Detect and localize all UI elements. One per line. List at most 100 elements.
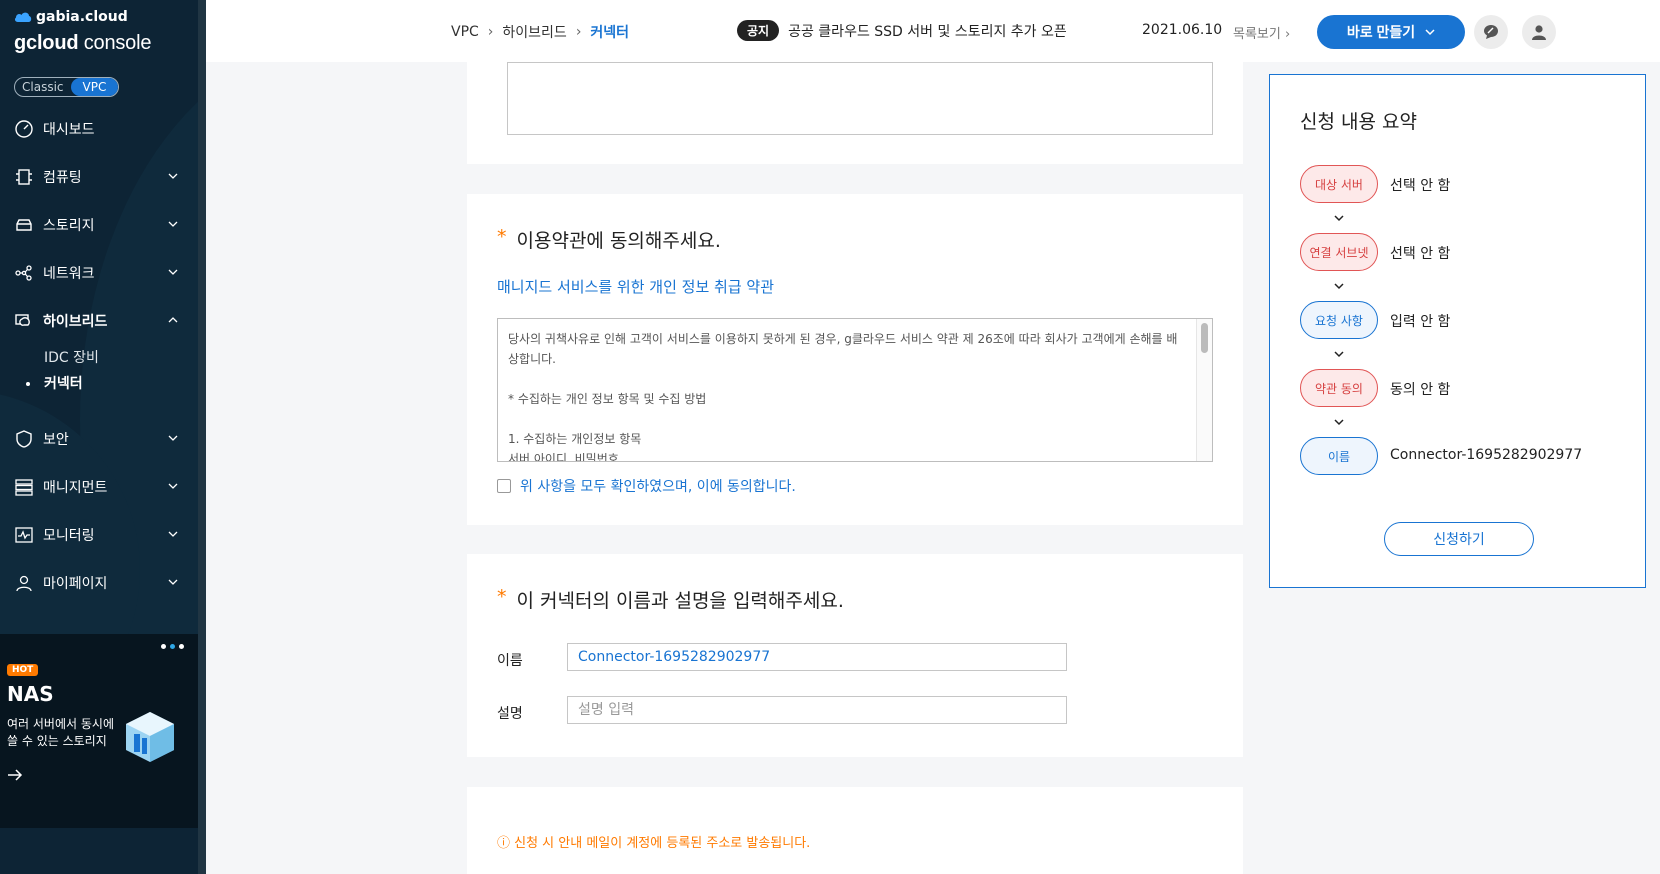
promo-banner[interactable]: HOT NAS 여러 서버에서 동시에 쓸 수 있는 스토리지 xyxy=(0,634,198,828)
brand-top-text: gabia.cloud xyxy=(36,9,128,25)
toggle-vpc[interactable]: VPC xyxy=(70,78,119,96)
chevron-down-icon xyxy=(168,435,178,441)
sidebar-item-mypage[interactable]: 마이페이지 xyxy=(0,559,198,607)
sidebar-item-storage[interactable]: 스토리지 xyxy=(0,201,198,249)
summary-step-subnet: 연결 서브넷 xyxy=(1300,233,1378,271)
terms-scrollbar[interactable] xyxy=(1196,319,1212,461)
chat-button[interactable] xyxy=(1474,15,1508,49)
sidebar: gabia.cloud gcloud console Classic VPC 대… xyxy=(0,0,206,874)
required-mark: * xyxy=(497,226,507,248)
chevron-down-icon xyxy=(1334,351,1344,358)
notice-date: 2021.06.10 xyxy=(1142,22,1223,38)
terms-section: * 이용약관에 동의해주세요. 매니지드 서비스를 위한 개인 정보 취급 약관… xyxy=(467,194,1243,525)
sidebar-item-computing[interactable]: 컴퓨팅 xyxy=(0,153,198,201)
notice-tag: 공지 xyxy=(737,20,780,41)
summary-value-name: Connector-1695282902977 xyxy=(1390,447,1583,463)
chevron-down-icon xyxy=(1334,419,1344,426)
terms-text: 당사의 귀책사유로 인해 고객이 서비스를 이용하지 못하게 된 경우, g클라… xyxy=(508,332,1178,462)
chat-icon xyxy=(1484,25,1498,39)
account-button[interactable] xyxy=(1522,15,1556,49)
required-mark: * xyxy=(497,586,507,608)
hot-badge: HOT xyxy=(7,664,39,676)
top-header: VPC › 하이브리드 › 커넥터 공지 공공 클라우드 SSD 서버 및 스토… xyxy=(206,0,1660,62)
sidebar-item-network[interactable]: 네트워크 xyxy=(0,249,198,297)
terms-title: * 이용약관에 동의해주세요. xyxy=(497,226,721,252)
list-view-link[interactable]: 목록보기 › xyxy=(1233,23,1290,42)
dashboard-icon xyxy=(15,120,33,138)
terms-textbox[interactable]: 당사의 귀책사유로 인해 고객이 서비스를 이용하지 못하게 된 경우, g클라… xyxy=(497,318,1213,462)
sidebar-item-dashboard[interactable]: 대시보드 xyxy=(0,105,198,153)
arrow-right-icon[interactable] xyxy=(7,768,23,782)
computing-icon xyxy=(16,169,32,185)
sidebar-item-management[interactable]: 매니지먼트 xyxy=(0,463,198,511)
chevron-down-icon xyxy=(168,483,178,489)
description-input[interactable]: 설명 입력 xyxy=(567,696,1067,724)
summary-value-request: 입력 안 함 xyxy=(1390,314,1451,330)
mail-notice-section: ⓘ 신청 시 안내 메일이 계정에 등록된 주소로 발송됩니다. xyxy=(467,787,1243,874)
mail-notice: ⓘ 신청 시 안내 메일이 계정에 등록된 주소로 발송됩니다. xyxy=(497,836,811,851)
notice-banner[interactable]: 공지 공공 클라우드 SSD 서버 및 스토리지 추가 오픈 xyxy=(737,20,1067,41)
cloud-logo-icon xyxy=(14,12,32,22)
summary-step-terms: 약관 동의 xyxy=(1300,369,1378,407)
network-mode-toggle[interactable]: Classic VPC xyxy=(14,77,120,97)
toggle-classic[interactable]: Classic xyxy=(15,78,71,96)
description-label: 설명 xyxy=(497,706,523,722)
sidebar-item-security[interactable]: 보안 xyxy=(0,415,198,463)
chevron-down-icon xyxy=(168,579,178,585)
summary-value-terms: 동의 안 함 xyxy=(1390,382,1451,398)
storage-icon xyxy=(16,219,32,231)
promo-title: NAS xyxy=(7,682,54,706)
network-icon xyxy=(15,265,32,281)
brand-logo[interactable]: gcloud console xyxy=(14,32,151,55)
sidebar-item-hybrid[interactable]: 하이브리드 xyxy=(0,297,198,345)
chevron-down-icon xyxy=(168,269,178,275)
summary-value-target-server: 선택 안 함 xyxy=(1390,178,1451,194)
name-label: 이름 xyxy=(497,653,523,669)
user-icon xyxy=(16,575,32,592)
breadcrumb-separator-icon: › xyxy=(575,24,582,40)
name-section-title: * 이 커넥터의 이름과 설명을 입력해주세요. xyxy=(497,586,844,612)
apply-button[interactable]: 신청하기 xyxy=(1384,522,1534,556)
sidebar-item-monitoring[interactable]: 모니터링 xyxy=(0,511,198,559)
notice-text[interactable]: 공공 클라우드 SSD 서버 및 스토리지 추가 오픈 xyxy=(788,21,1067,41)
chevron-up-icon xyxy=(168,317,178,323)
name-input[interactable]: Connector-1695282902977 xyxy=(567,643,1067,671)
chevron-down-icon xyxy=(168,531,178,537)
nas-storage-icon xyxy=(126,712,174,762)
summary-step-name: 이름 xyxy=(1300,437,1378,475)
summary-panel: 신청 내용 요약 대상 서버 선택 안 함 연결 서브넷 선택 안 함 요청 사… xyxy=(1269,74,1646,588)
name-section: * 이 커넥터의 이름과 설명을 입력해주세요. 이름 Connector-16… xyxy=(467,554,1243,757)
request-textarea[interactable] xyxy=(507,62,1213,135)
breadcrumb-connector: 커넥터 xyxy=(590,25,630,41)
breadcrumb: VPC › 하이브리드 › 커넥터 xyxy=(451,22,629,42)
sidebar-subitem-idc[interactable]: IDC 장비 xyxy=(0,345,198,371)
summary-value-subnet: 선택 안 함 xyxy=(1390,246,1451,262)
chevron-down-icon xyxy=(1425,28,1435,35)
breadcrumb-hybrid[interactable]: 하이브리드 xyxy=(502,22,566,42)
breadcrumb-vpc[interactable]: VPC xyxy=(451,24,479,40)
terms-agree[interactable]: 위 사항을 모두 확인하였으며, 이에 동의합니다. xyxy=(497,476,796,496)
chevron-down-icon xyxy=(168,221,178,227)
shield-icon xyxy=(16,430,32,448)
request-section xyxy=(467,62,1243,164)
chevron-down-icon xyxy=(1334,215,1344,222)
user-avatar-icon xyxy=(1532,25,1546,40)
terms-link[interactable]: 매니지드 서비스를 위한 개인 정보 취급 약관 xyxy=(497,276,774,297)
monitoring-icon xyxy=(15,527,33,543)
summary-step-request: 요청 사항 xyxy=(1300,301,1378,339)
brand-logo-top[interactable]: gabia.cloud xyxy=(14,9,128,25)
sidebar-nav: 대시보드 컴퓨팅 스토리지 네트워크 하이브리드 IDC 장비 커넥터 보안 매… xyxy=(0,105,198,607)
chevron-down-icon xyxy=(1334,283,1344,290)
sidebar-subitem-connector[interactable]: 커넥터 xyxy=(0,371,198,397)
carousel-dots[interactable] xyxy=(161,644,184,649)
summary-step-target-server: 대상 서버 xyxy=(1300,165,1378,203)
terms-agree-checkbox[interactable] xyxy=(497,479,511,493)
management-icon xyxy=(15,479,33,496)
quick-create-button[interactable]: 바로 만들기 xyxy=(1317,15,1465,49)
terms-agree-label[interactable]: 위 사항을 모두 확인하였으며, 이에 동의합니다. xyxy=(520,476,796,496)
promo-description: 여러 서버에서 동시에 쓸 수 있는 스토리지 xyxy=(7,717,114,748)
chevron-down-icon xyxy=(168,173,178,179)
breadcrumb-separator-icon: › xyxy=(487,24,494,40)
summary-title: 신청 내용 요약 xyxy=(1300,111,1417,133)
hybrid-icon xyxy=(15,314,30,326)
